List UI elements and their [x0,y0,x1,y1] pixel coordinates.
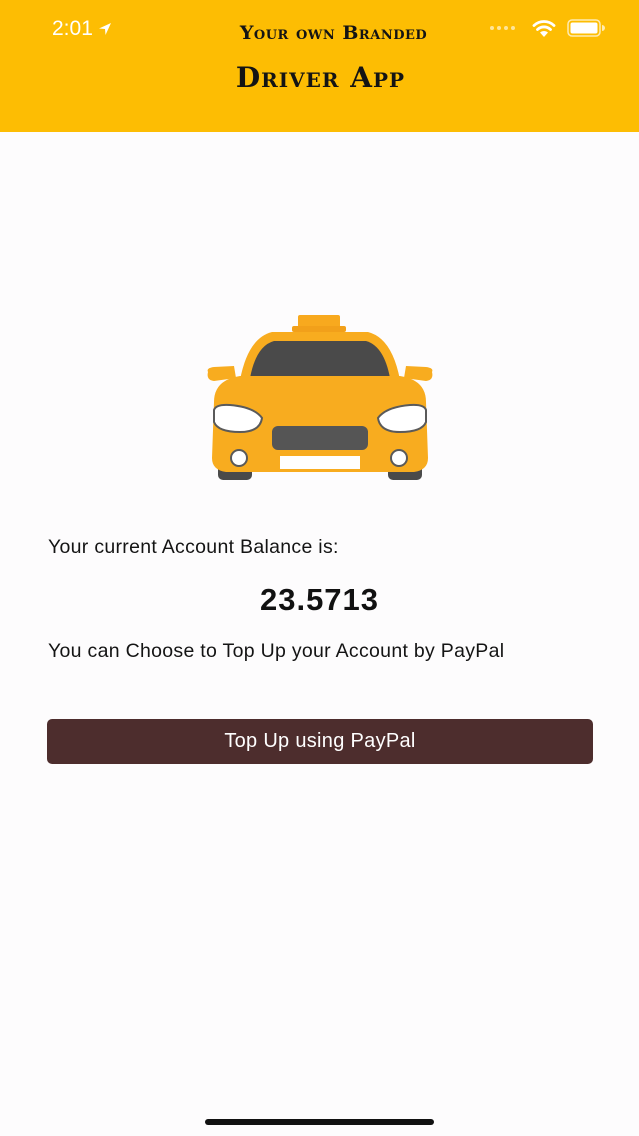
battery-icon [567,19,605,37]
balance-value: 23.5713 [259,582,380,617]
screen: 2:01 Your own Branded Driver App Your cu… [0,0,639,1136]
balance-label: Your current Account Balance is: [48,536,339,558]
topup-paypal-button[interactable]: Top Up using PayPal [47,719,593,764]
taxi-icon [207,315,433,480]
home-indicator[interactable] [205,1119,434,1125]
signal-dots-icon [490,26,515,30]
status-icons [490,18,605,38]
header-title: Driver App [235,61,406,94]
header-bar: 2:01 Your own Branded Driver App [0,0,639,132]
topup-description: You can Choose to Top Up your Account by… [48,640,505,662]
wifi-icon [532,20,556,37]
